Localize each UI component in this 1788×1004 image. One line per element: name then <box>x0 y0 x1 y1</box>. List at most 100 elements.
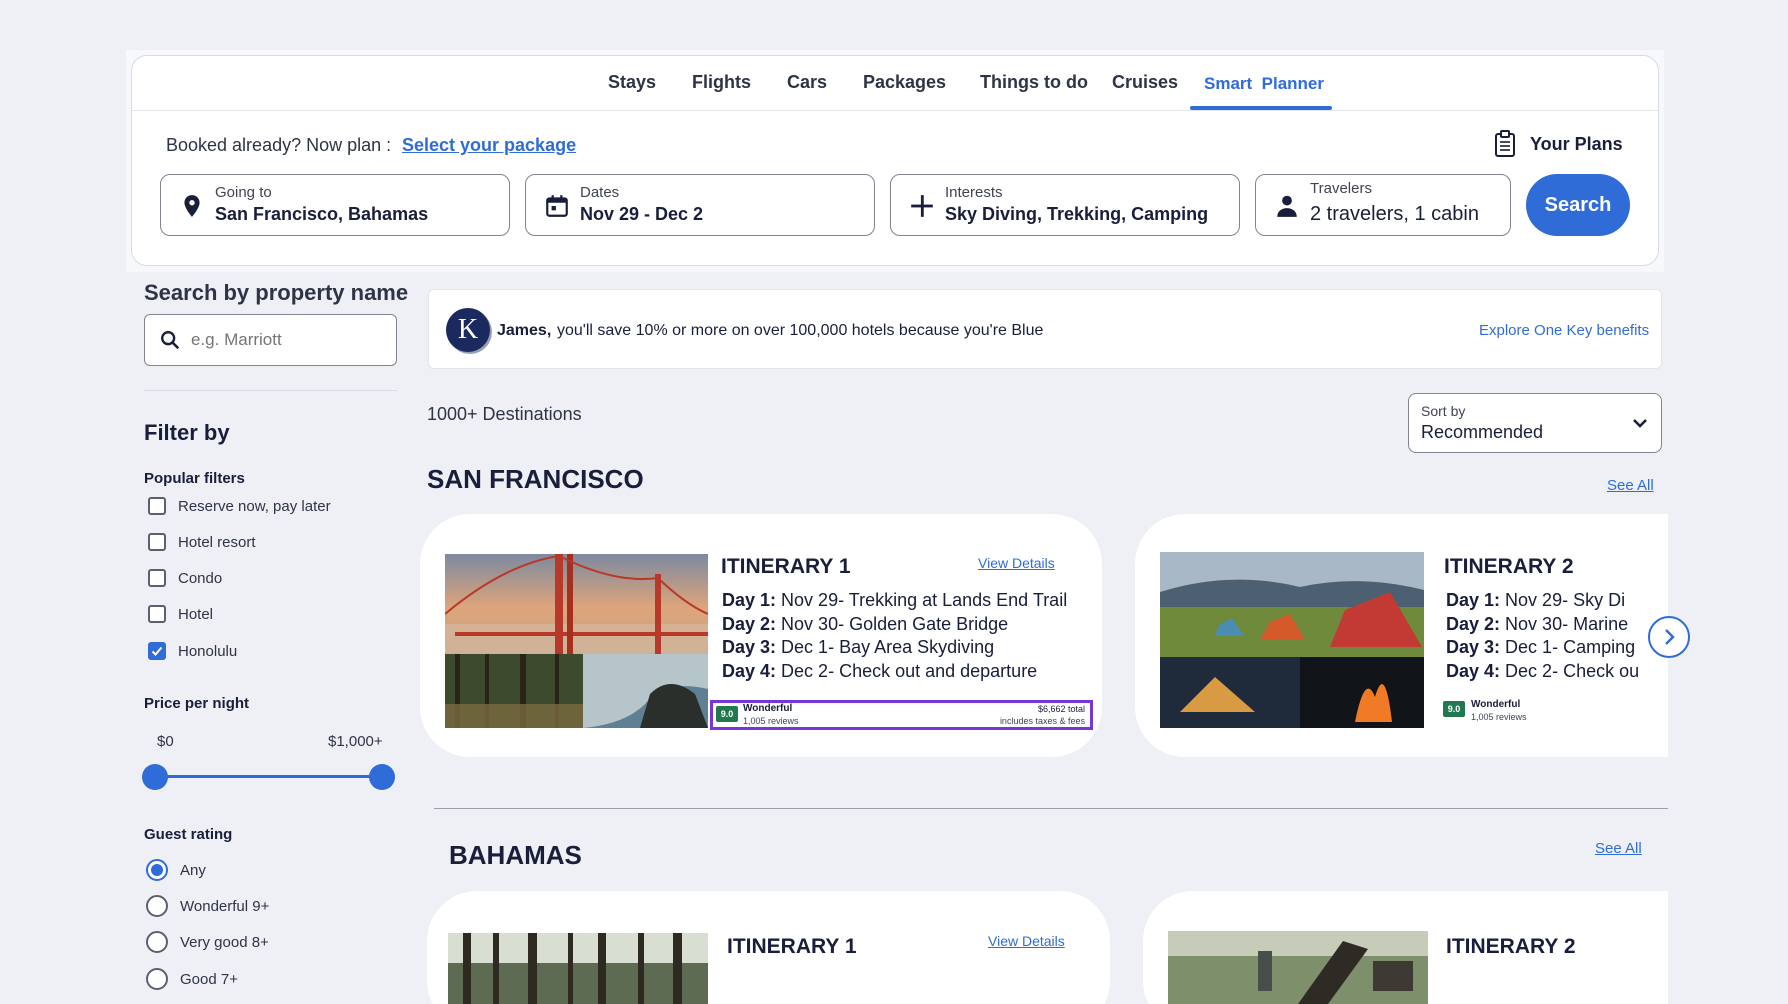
property-search-title: Search by property name <box>144 280 409 305</box>
search-icon <box>161 331 180 350</box>
onekey-logo-letter: K <box>457 314 479 345</box>
rating-badge: 9.0 <box>1443 701 1465 717</box>
dates-label: Dates <box>580 184 620 201</box>
filter-label: Hotel <box>178 605 214 623</box>
filter-reserve-now[interactable]: Reserve now, pay later <box>148 495 331 517</box>
search-button[interactable]: Search <box>1526 174 1630 236</box>
dates-value: Nov 29 - Dec 2 <box>580 204 704 224</box>
checkbox[interactable] <box>148 569 166 587</box>
view-details-link[interactable]: View Details <box>988 933 1065 949</box>
price-title: Price per night <box>144 695 250 712</box>
person-icon <box>1277 195 1297 217</box>
itinerary-photo <box>448 933 708 1004</box>
itinerary-title: ITINERARY 2 <box>1444 555 1574 578</box>
going-to-field[interactable]: Going to San Francisco, Bahamas <box>160 174 510 236</box>
your-plans-link[interactable]: Your Plans <box>1530 134 1623 155</box>
itinerary-photo <box>1168 931 1428 1004</box>
radio[interactable] <box>146 968 168 990</box>
plus-icon <box>911 195 933 217</box>
see-all-link[interactable]: See All <box>1595 840 1642 857</box>
rating-any[interactable]: Any <box>146 858 206 882</box>
day-line: Day 2: Nov 30- Marine <box>1446 614 1629 634</box>
active-tab-indicator <box>1190 106 1332 110</box>
carousel-next-button[interactable] <box>1648 616 1690 658</box>
day-line: Day 2: Nov 30- Golden Gate Bridge <box>722 614 1009 634</box>
day-line: Day 4: Dec 2- Check out and departure <box>722 661 1038 681</box>
select-package-link[interactable]: Select your package <box>402 135 576 156</box>
view-details-link[interactable]: View Details <box>978 555 1055 571</box>
travelers-label: Travelers <box>1310 180 1372 197</box>
going-to-label: Going to <box>215 184 272 201</box>
tab-smart-planner[interactable]: Smart Planner <box>1204 74 1324 94</box>
checkbox[interactable] <box>148 497 166 515</box>
day-line: Day 1: Nov 29- Trekking at Lands End Tra… <box>722 590 1068 610</box>
dates-field[interactable]: Dates Nov 29 - Dec 2 <box>525 174 875 236</box>
section-title-san-francisco: SAN FRANCISCO <box>427 464 644 494</box>
checkbox-checked[interactable] <box>148 642 166 660</box>
rating-very-good[interactable]: Very good 8+ <box>146 930 269 954</box>
radio[interactable] <box>146 931 168 953</box>
checkbox[interactable] <box>148 533 166 551</box>
check-icon <box>151 646 163 656</box>
itinerary-title: ITINERARY 1 <box>727 935 857 958</box>
highlight-box <box>710 700 1093 730</box>
filter-honolulu[interactable]: Honolulu <box>148 640 237 662</box>
itinerary-title: ITINERARY 2 <box>1446 935 1576 958</box>
tab-cruises[interactable]: Cruises <box>1112 72 1178 93</box>
tab-packages[interactable]: Packages <box>863 72 946 93</box>
filter-hotel-resort[interactable]: Hotel resort <box>148 531 256 553</box>
onekey-logo: K <box>446 308 490 352</box>
tab-things-to-do[interactable]: Things to do <box>980 72 1088 93</box>
travelers-field[interactable]: Travelers 2 travelers, 1 cabin <box>1255 174 1511 236</box>
day-line: Day 3: Dec 1- Bay Area Skydiving <box>722 637 995 657</box>
rating-good[interactable]: Good 7+ <box>146 967 238 991</box>
radio[interactable] <box>146 895 168 917</box>
day-line: Day 1: Nov 29- Sky Di <box>1446 590 1626 610</box>
section-divider <box>434 808 1668 809</box>
filter-label: Hotel resort <box>178 533 256 551</box>
popular-filters-title: Popular filters <box>144 470 245 487</box>
sort-label: Sort by <box>1421 403 1466 419</box>
price-slider-track[interactable] <box>155 775 381 778</box>
tab-flights[interactable]: Flights <box>692 72 751 93</box>
radio-selected[interactable] <box>146 859 168 881</box>
price-max: $1,000+ <box>328 733 383 750</box>
checkbox[interactable] <box>148 605 166 623</box>
filter-condo[interactable]: Condo <box>148 567 222 589</box>
rating-word: Wonderful <box>1471 699 1521 710</box>
interests-field[interactable]: Interests Sky Diving, Trekking, Camping <box>890 174 1240 236</box>
price-slider-max-handle[interactable] <box>369 764 395 790</box>
filter-label: Reserve now, pay later <box>178 497 331 515</box>
price-min: $0 <box>157 733 174 750</box>
property-search-box[interactable] <box>144 314 397 366</box>
day-line: Day 3: Dec 1- Camping <box>1446 637 1636 657</box>
rating-label: Very good 8+ <box>180 933 269 951</box>
property-search-input[interactable] <box>191 325 386 355</box>
sort-dropdown[interactable]: Sort by Recommended <box>1408 393 1662 453</box>
filter-hotel[interactable]: Hotel <box>148 603 213 625</box>
tab-cars[interactable]: Cars <box>787 72 827 93</box>
filter-title: Filter by <box>144 420 230 445</box>
location-pin-icon <box>184 195 200 217</box>
filter-label: Condo <box>178 569 223 587</box>
sidebar-divider <box>144 390 397 391</box>
review-count: 1,005 reviews <box>1471 712 1527 722</box>
itinerary-photo <box>1160 552 1424 728</box>
explore-onekey-link[interactable]: Explore One Key benefits <box>1479 322 1649 339</box>
calendar-icon <box>546 195 568 217</box>
travelers-value: 2 travelers, 1 cabin <box>1310 203 1479 225</box>
tab-stays[interactable]: Stays <box>608 72 656 93</box>
chevron-right-icon <box>1665 629 1675 645</box>
guest-rating-title: Guest rating <box>144 826 233 843</box>
sort-value: Recommended <box>1421 422 1544 442</box>
results-count: 1000+ Destinations <box>427 404 582 424</box>
interests-value: Sky Diving, Trekking, Camping <box>945 204 1209 224</box>
chevron-down-icon <box>1633 419 1647 428</box>
booked-prompt: Booked already? Now plan : <box>166 135 392 155</box>
see-all-link[interactable]: See All <box>1607 477 1654 494</box>
price-slider-min-handle[interactable] <box>142 764 168 790</box>
day-line: Day 4: Dec 2- Check ou <box>1446 661 1640 681</box>
onekey-message: you'll save 10% or more on over 100,000 … <box>557 322 1044 339</box>
clipboard-icon[interactable] <box>1494 130 1516 158</box>
rating-wonderful[interactable]: Wonderful 9+ <box>146 894 269 918</box>
